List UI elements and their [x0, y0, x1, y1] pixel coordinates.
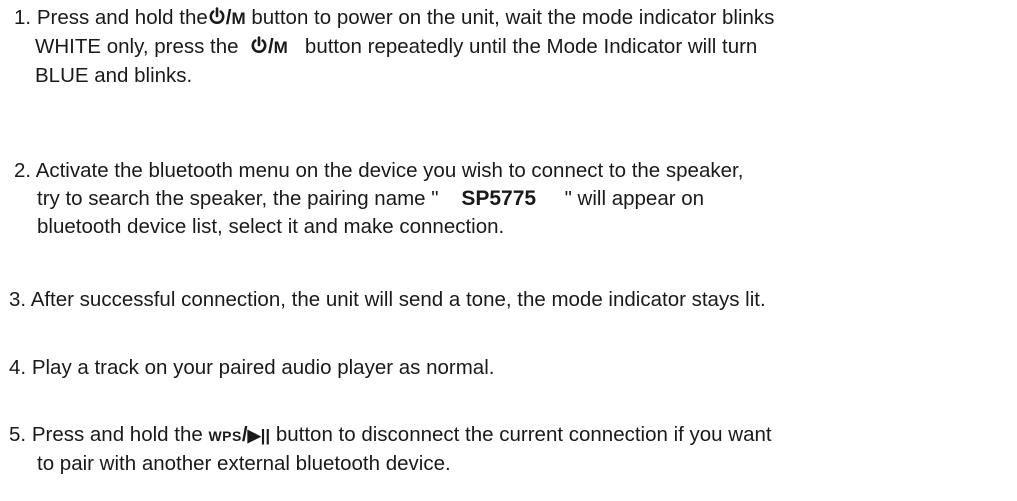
step-5: 5. Press and hold the WPS/▶|| button to …	[0, 421, 1010, 478]
step-text: Press and hold the	[31, 423, 203, 446]
mode-letter: M	[231, 9, 246, 28]
step-5-line-2: to pair with another external bluetooth …	[37, 452, 451, 475]
step-2-line-2: try to search the speaker, the pairing n…	[37, 185, 1017, 213]
step-number: 1.	[14, 6, 32, 29]
power-icon	[208, 7, 226, 25]
step-text: Activate the bluetooth menu on the devic…	[35, 159, 744, 182]
step-4-line-1: 4. Play a track on your paired audio pla…	[9, 354, 1017, 382]
step-1-line-1: 1. Press and hold the/M button to power …	[14, 4, 1017, 33]
step-1-line-3: BLUE and blinks.	[35, 64, 193, 87]
mode-letter: M	[273, 38, 288, 57]
step-2-line-1: 2. Activate the bluetooth menu on the de…	[14, 157, 1017, 185]
wps-play-pause-icon: WPS/▶||	[208, 423, 271, 446]
step-text: button repeatedly until the Mode Indicat…	[304, 35, 758, 58]
step-number: 5.	[9, 423, 27, 446]
step-text: Press and hold the	[36, 6, 208, 29]
step-number: 3.	[9, 288, 27, 311]
power-mode-icon: /M	[208, 4, 246, 33]
step-3-line-1: 3. After successful connection, the unit…	[9, 286, 1017, 314]
step-1: 1. Press and hold the/M button to power …	[0, 4, 1010, 90]
step-text: button to disconnect the current connect…	[275, 423, 772, 446]
step-number: 2.	[14, 159, 32, 182]
power-mode-icon: /M	[250, 33, 288, 62]
play-pause-icon: ▶||	[247, 426, 271, 445]
step-text: button to power on the unit, wait the mo…	[251, 6, 775, 29]
step-text: After successful connection, the unit wi…	[30, 288, 766, 311]
step-text: " will appear on	[564, 187, 705, 210]
step-4: 4. Play a track on your paired audio pla…	[0, 354, 1010, 382]
pairing-name: SP5775	[461, 187, 537, 210]
step-text: try to search the speaker, the pairing n…	[37, 187, 439, 210]
step-text: Play a track on your paired audio player…	[31, 356, 495, 379]
step-number: 4.	[9, 356, 27, 379]
step-5-line-1: 5. Press and hold the WPS/▶|| button to …	[9, 421, 1017, 450]
step-2-line-3: bluetooth device list, select it and mak…	[37, 215, 505, 238]
power-icon	[250, 36, 268, 54]
step-2: 2. Activate the bluetooth menu on the de…	[0, 157, 1010, 241]
step-3: 3. After successful connection, the unit…	[0, 286, 1010, 314]
step-1-line-2: WHITE only, press the /M button repeated…	[35, 33, 1017, 62]
step-text: WHITE only, press the	[35, 35, 239, 58]
wps-label: WPS	[208, 428, 242, 444]
